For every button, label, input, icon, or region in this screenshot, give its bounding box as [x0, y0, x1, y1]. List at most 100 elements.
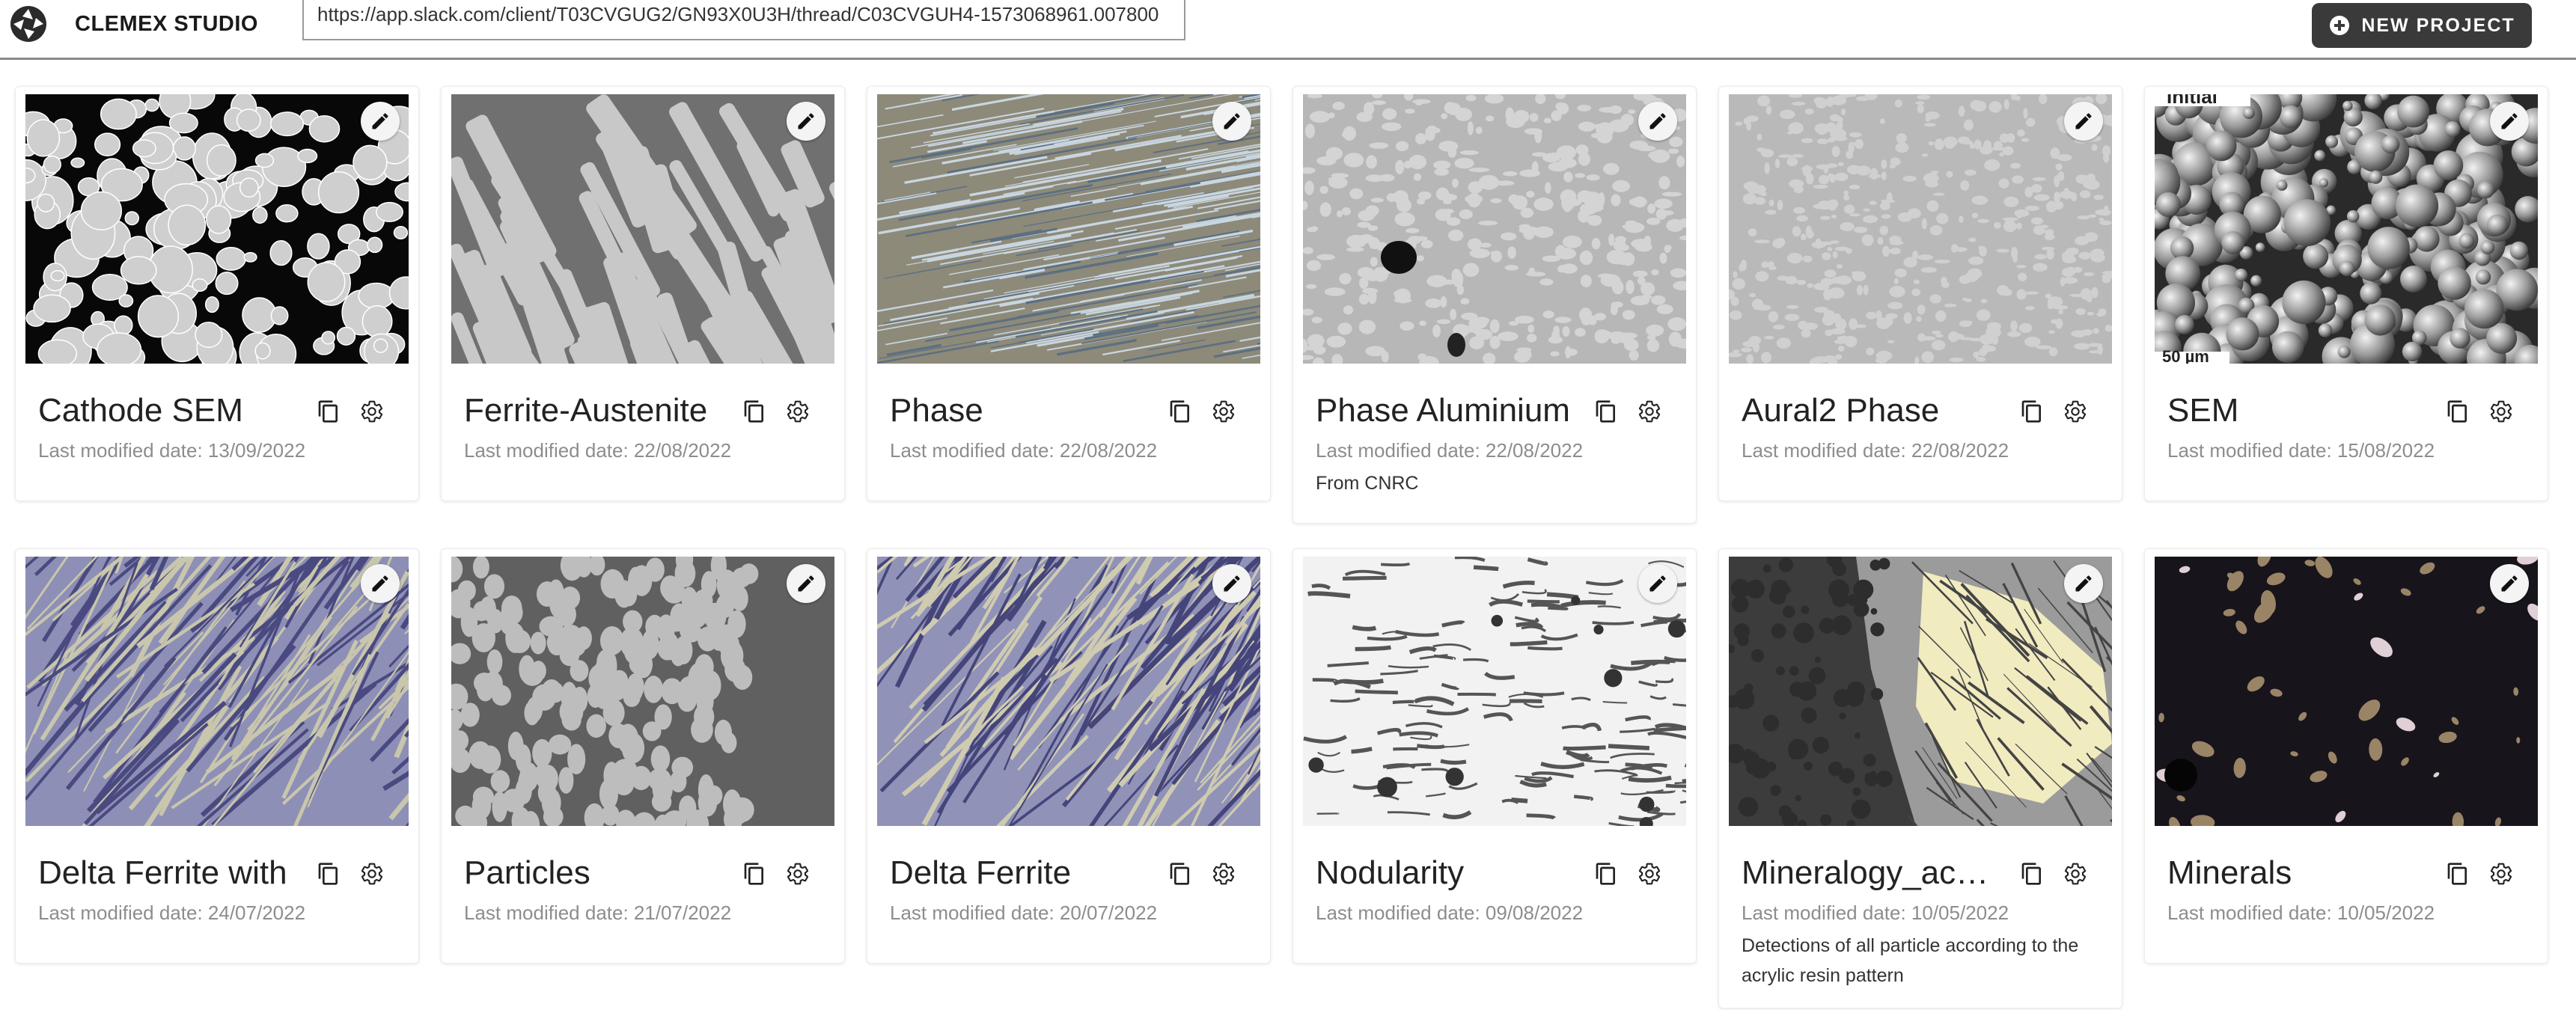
duplicate-button[interactable]: [1591, 397, 1621, 426]
project-thumbnail[interactable]: [25, 557, 409, 826]
settings-button[interactable]: [357, 859, 387, 889]
project-title[interactable]: Phase Aluminium: [1316, 392, 1570, 429]
edit-button[interactable]: [787, 564, 825, 603]
last-modified-date: Last modified date: 21/07/2022: [464, 902, 732, 924]
last-modified-date: Last modified date: 15/08/2022: [2167, 439, 2435, 462]
duplicate-button[interactable]: [1165, 397, 1195, 426]
pencil-icon: [798, 575, 814, 592]
last-modified-date: Last modified date: 24/07/2022: [38, 902, 306, 924]
new-project-button[interactable]: NEW PROJECT: [2312, 3, 2532, 48]
project-card[interactable]: Minerals Last modified date: 10/05/2022: [2144, 548, 2548, 964]
last-modified-date: Last modified date: 10/05/2022: [2167, 902, 2435, 924]
settings-button[interactable]: [1209, 859, 1239, 889]
project-thumbnail[interactable]: [1729, 94, 2112, 364]
settings-button[interactable]: [357, 397, 387, 426]
pencil-icon: [1649, 113, 1666, 129]
project-thumbnail[interactable]: Initial 50 µm: [2155, 94, 2538, 364]
pencil-icon: [798, 113, 814, 129]
url-bar[interactable]: https://app.slack.com/client/T03CVGUG2/G…: [302, 0, 1185, 40]
project-title[interactable]: Minerals: [2167, 854, 2422, 892]
project-description: From CNRC: [1316, 473, 1419, 494]
project-thumbnail[interactable]: [25, 94, 409, 364]
project-card[interactable]: Mineralogy_acrylic Last modified date: 10…: [1718, 548, 2122, 1009]
duplicate-button[interactable]: [2017, 397, 2047, 426]
project-title[interactable]: Aural2 Phase: [1742, 392, 1996, 429]
edit-button[interactable]: [1638, 564, 1677, 603]
project-title[interactable]: Phase: [890, 392, 1144, 429]
project-card[interactable]: Cathode SEM Last modified date: 13/09/202…: [15, 86, 419, 501]
edit-button[interactable]: [2064, 564, 2103, 603]
edit-button[interactable]: [361, 564, 400, 603]
last-modified-date: Last modified date: 22/08/2022: [1316, 439, 1584, 462]
settings-button[interactable]: [1635, 859, 1664, 889]
edit-button[interactable]: [1212, 564, 1251, 603]
settings-button[interactable]: [2060, 397, 2090, 426]
duplicate-button[interactable]: [2443, 859, 2473, 889]
project-thumbnail[interactable]: [451, 94, 834, 364]
duplicate-button[interactable]: [1165, 859, 1195, 889]
pencil-icon: [2075, 575, 2092, 592]
edit-button[interactable]: [361, 102, 400, 141]
duplicate-button[interactable]: [2443, 397, 2473, 426]
project-thumbnail[interactable]: [1729, 557, 2112, 826]
project-title[interactable]: Nodularity: [1316, 854, 1570, 892]
copy-icon: [1170, 863, 1189, 885]
project-thumbnail[interactable]: [1303, 557, 1686, 826]
gear-icon: [361, 400, 383, 423]
edit-button[interactable]: [2490, 102, 2529, 141]
project-title[interactable]: Ferrite-Austenite: [464, 392, 718, 429]
settings-button[interactable]: [783, 859, 813, 889]
project-card[interactable]: Aural2 Phase Last modified date: 22/08/20…: [1718, 86, 2122, 501]
project-card[interactable]: Phase Aluminium Last modified date: 22/08…: [1292, 86, 1697, 524]
project-title[interactable]: Particles: [464, 854, 718, 892]
project-thumbnail[interactable]: [2155, 557, 2538, 826]
project-card[interactable]: Particles Last modified date: 21/07/2022: [441, 548, 845, 964]
project-card[interactable]: Delta Ferrite Last modified date: 20/07/2…: [867, 548, 1271, 964]
settings-button[interactable]: [783, 397, 813, 426]
project-title[interactable]: Mineralogy_acrylic: [1742, 854, 1996, 892]
edit-button[interactable]: [1212, 102, 1251, 141]
gear-icon: [2490, 863, 2512, 885]
project-thumbnail[interactable]: [877, 557, 1260, 826]
project-card[interactable]: Ferrite-Austenite Last modified date: 22/…: [441, 86, 845, 501]
gear-icon: [361, 863, 383, 885]
duplicate-button[interactable]: [739, 397, 769, 426]
project-card[interactable]: Phase Last modified date: 22/08/2022: [867, 86, 1271, 501]
project-title[interactable]: Delta Ferrite with: [38, 854, 293, 892]
edit-button[interactable]: [2064, 102, 2103, 141]
gear-icon: [2490, 400, 2512, 423]
settings-button[interactable]: [2060, 859, 2090, 889]
project-thumbnail[interactable]: [1303, 94, 1686, 364]
project-card[interactable]: Nodularity Last modified date: 09/08/2022: [1292, 548, 1697, 964]
project-thumbnail[interactable]: [451, 557, 834, 826]
duplicate-button[interactable]: [739, 859, 769, 889]
gear-icon: [1212, 863, 1235, 885]
project-title[interactable]: Delta Ferrite: [890, 854, 1144, 892]
gear-icon: [1638, 400, 1661, 423]
settings-button[interactable]: [2486, 859, 2516, 889]
settings-button[interactable]: [1635, 397, 1664, 426]
copy-icon: [1596, 863, 1615, 885]
edit-button[interactable]: [1638, 102, 1677, 141]
project-title[interactable]: SEM: [2167, 392, 2422, 429]
project-card[interactable]: Initial 50 µm SEM Last modified date: 15/08…: [2144, 86, 2548, 501]
gear-icon: [2064, 863, 2087, 885]
duplicate-button[interactable]: [2017, 859, 2047, 889]
copy-icon: [1596, 400, 1615, 423]
copy-icon: [1170, 400, 1189, 423]
duplicate-button[interactable]: [314, 397, 344, 426]
settings-button[interactable]: [1209, 397, 1239, 426]
settings-button[interactable]: [2486, 397, 2516, 426]
project-title[interactable]: Cathode SEM: [38, 392, 293, 429]
copy-icon: [2021, 400, 2041, 423]
gear-icon: [1638, 863, 1661, 885]
edit-button[interactable]: [2490, 564, 2529, 603]
duplicate-button[interactable]: [314, 859, 344, 889]
edit-button[interactable]: [787, 102, 825, 141]
plus-circle-icon: [2330, 16, 2350, 35]
last-modified-date: Last modified date: 22/08/2022: [1742, 439, 2009, 462]
duplicate-button[interactable]: [1591, 859, 1621, 889]
project-thumbnail[interactable]: [877, 94, 1260, 364]
scale-bar-label: 50 µm: [2162, 347, 2209, 364]
project-card[interactable]: Delta Ferrite with Last modified date: 24…: [15, 548, 419, 964]
